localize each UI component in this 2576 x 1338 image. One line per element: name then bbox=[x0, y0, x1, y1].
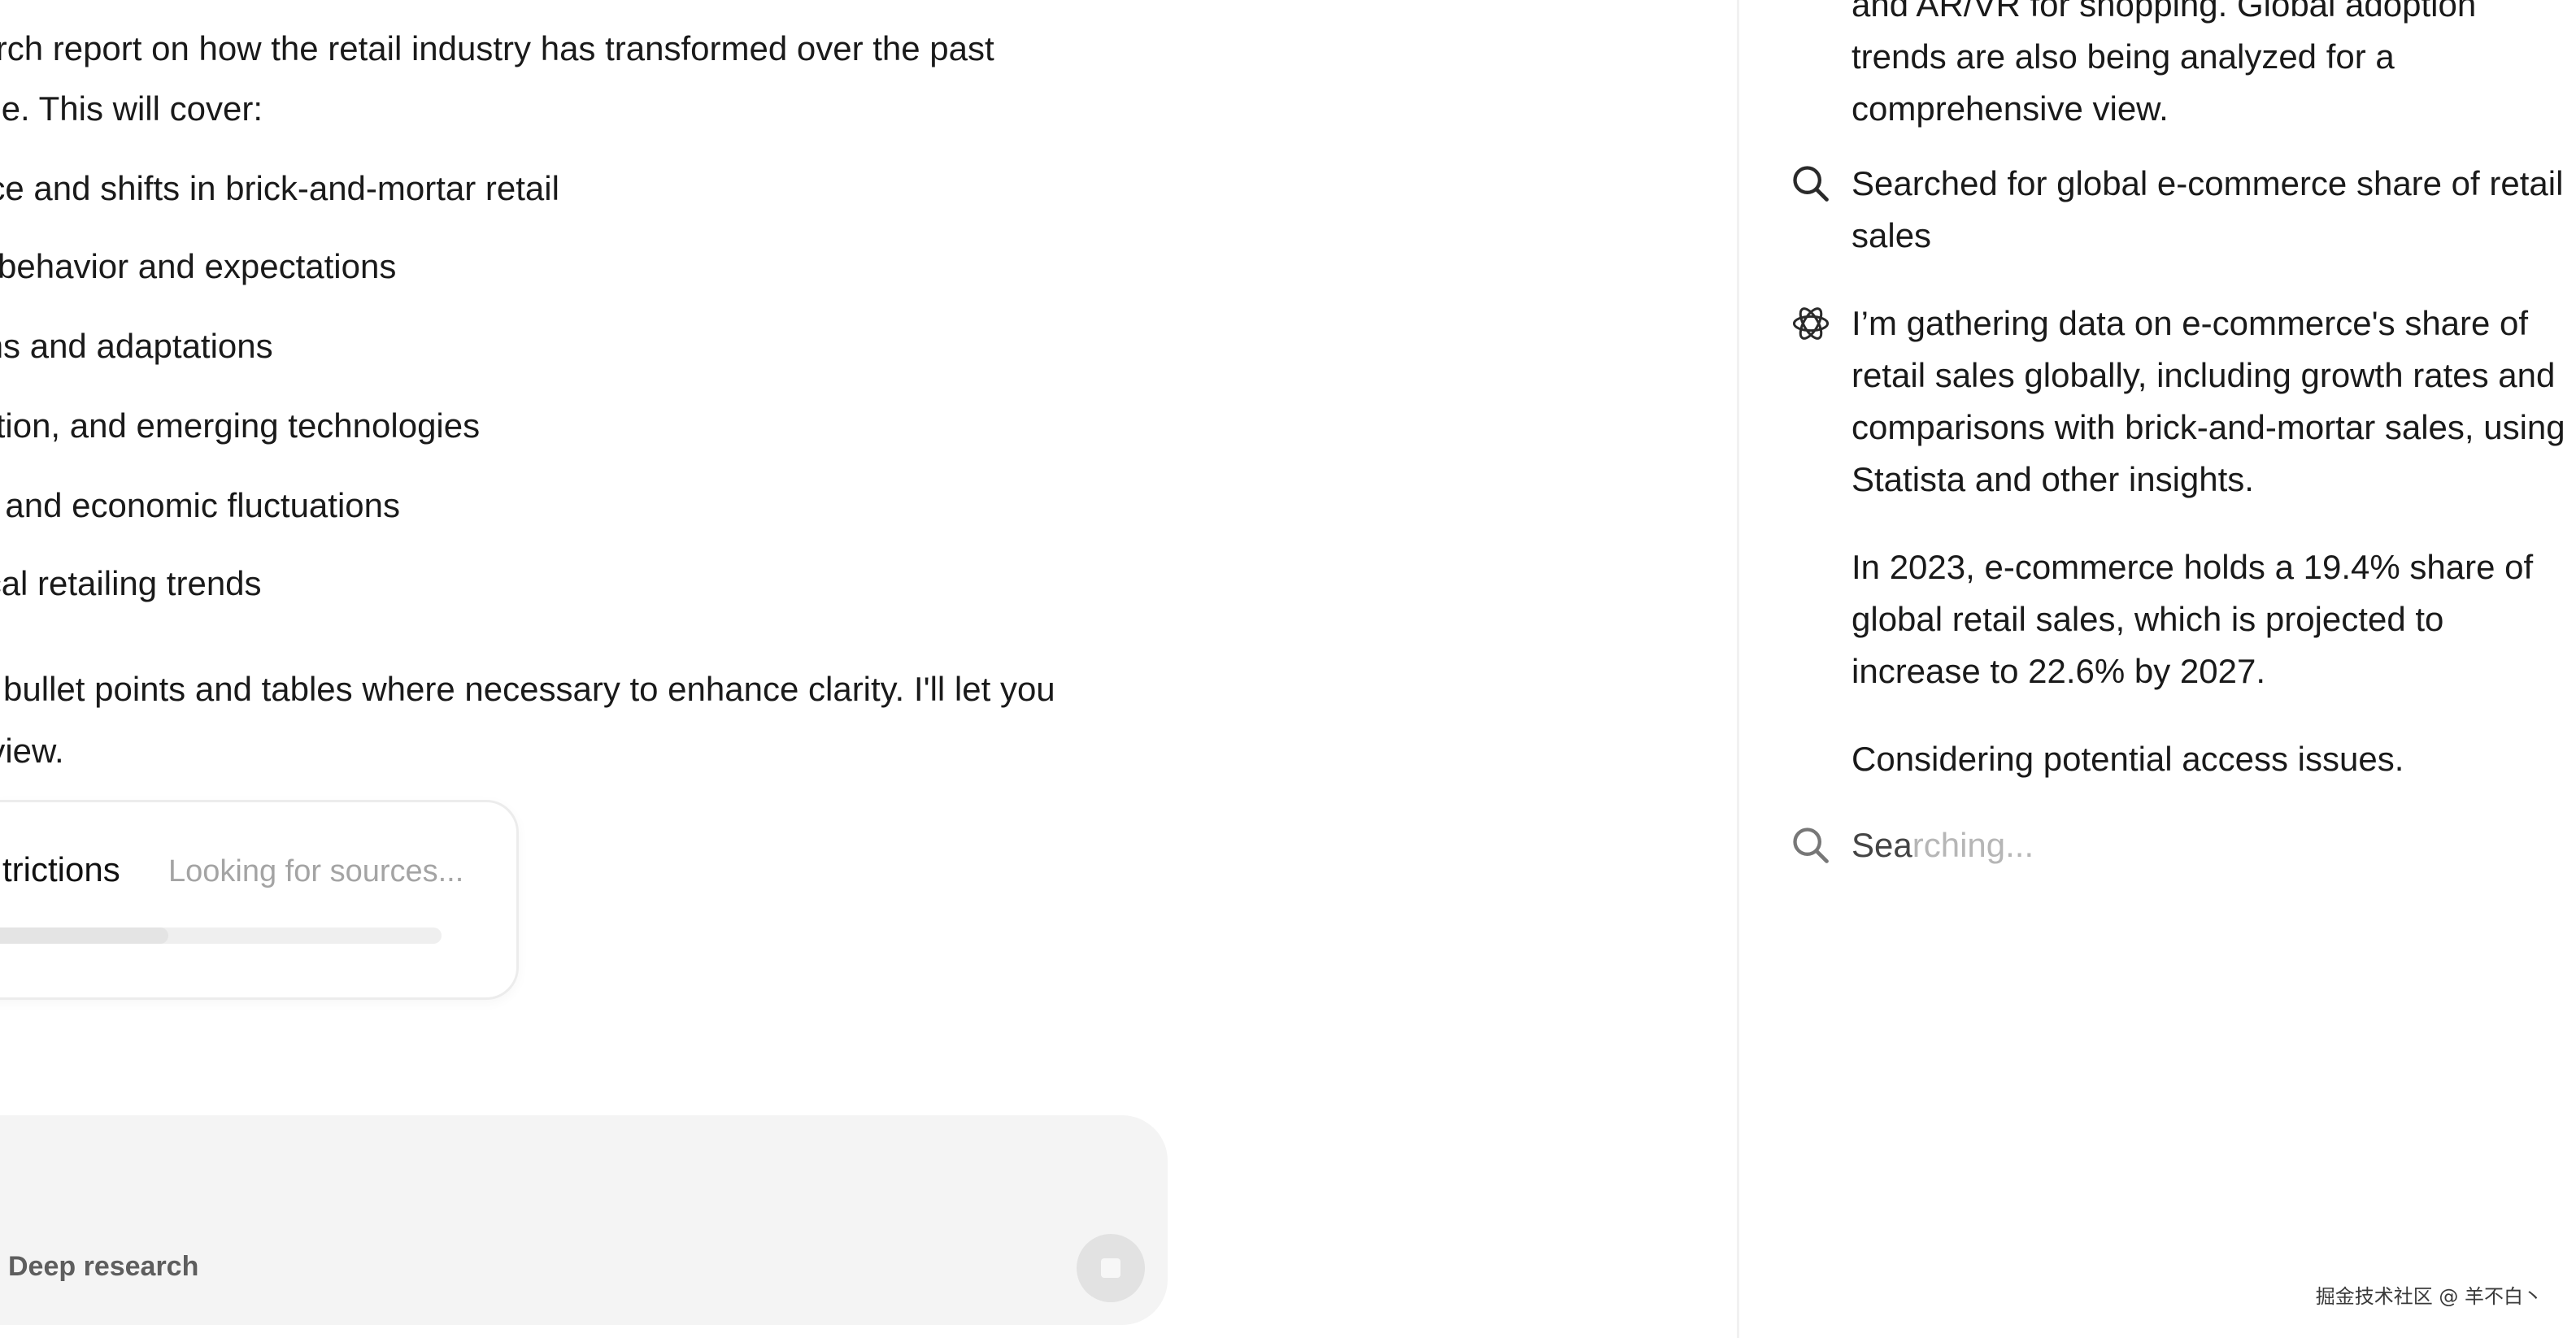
research-status-card[interactable]: trictions Looking for sources... bbox=[0, 800, 519, 1000]
bullet-item: nical retailing trends bbox=[0, 564, 262, 602]
activity-panel: and AR/VR for shopping. Global adoption … bbox=[1737, 0, 2576, 1338]
bullet-item: ions and adaptations bbox=[0, 327, 273, 365]
activity-search-text: Searched for global e-commerce share of … bbox=[1852, 164, 2564, 254]
app-window: earch report on how the retail industry … bbox=[0, 0, 2576, 1338]
bullet-item: erce and shifts in brick-and-mortar reta… bbox=[0, 169, 559, 207]
activity-text: and AR/VR for shopping. Global adoption … bbox=[1852, 0, 2477, 128]
openai-logo-icon bbox=[1792, 307, 1830, 340]
watermark: 掘金技术社区 @ 羊不白丶 bbox=[2315, 1285, 2543, 1308]
bullet-item: nation, and emerging technologies bbox=[0, 406, 481, 445]
chat-line: earch report on how the retail industry … bbox=[0, 29, 994, 67]
activity-thought-text: I’m gathering data on e-commerce's share… bbox=[1852, 304, 2565, 498]
search-icon bbox=[1793, 828, 1829, 863]
chat-panel: earch report on how the retail industry … bbox=[0, 0, 1737, 1338]
searching-text-rest: rching... bbox=[1912, 826, 2034, 864]
status-card-title: trictions bbox=[2, 850, 120, 888]
progress-bar bbox=[0, 927, 442, 944]
progress-bar-fill bbox=[0, 927, 168, 944]
activity-thought-text: Considering potential access issues. bbox=[1852, 740, 2404, 778]
activity-searching-status: Searching... bbox=[1852, 819, 2567, 871]
chat-line: ith bullet points and tables where neces… bbox=[0, 670, 1055, 708]
activity-thought-text: In 2023, e-commerce holds a 19.4% share … bbox=[1852, 548, 2534, 690]
chat-line: cale. This will cover: bbox=[0, 89, 263, 128]
stop-button[interactable] bbox=[1077, 1234, 1145, 1302]
deep-research-button[interactable]: Deep research bbox=[8, 1250, 198, 1283]
bullet-item: on and economic fluctuations bbox=[0, 486, 401, 524]
status-card-subtitle: Looking for sources... bbox=[168, 854, 464, 888]
chat-line: review. bbox=[0, 732, 64, 770]
message-composer[interactable]: Deep research bbox=[0, 1115, 1168, 1325]
search-icon bbox=[1793, 166, 1829, 202]
bullet-item: er behavior and expectations bbox=[0, 247, 397, 285]
stop-square-icon bbox=[1101, 1258, 1120, 1278]
searching-text-start: Sea bbox=[1852, 826, 1912, 864]
